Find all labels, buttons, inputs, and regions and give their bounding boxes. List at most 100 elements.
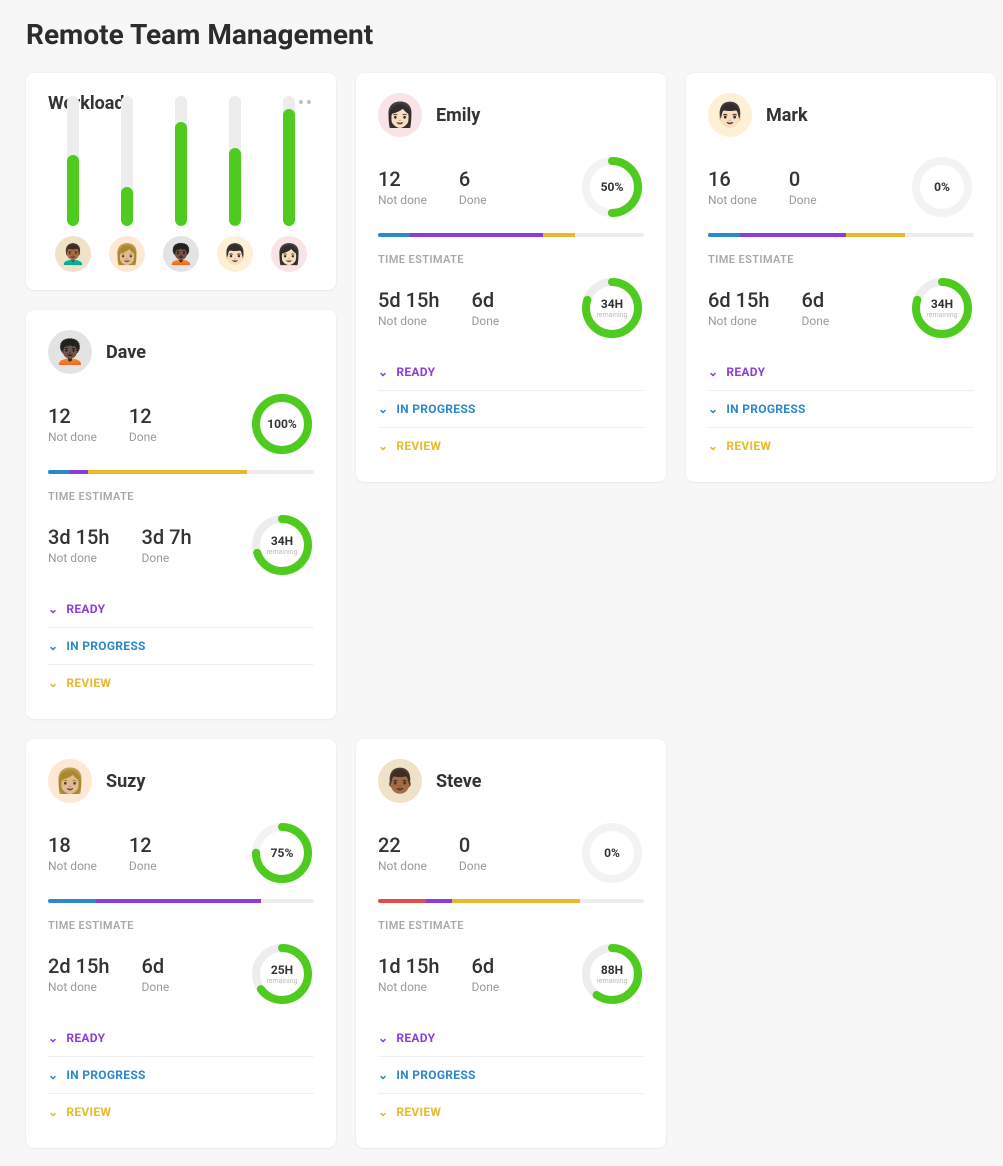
disclosure-review[interactable]: ⌄REVIEW xyxy=(378,427,644,464)
stat-not-done: 22Not done xyxy=(378,833,427,873)
workload-bar[interactable]: 👨🏻 xyxy=(214,96,256,272)
bar-fill xyxy=(67,155,79,227)
workload-bar[interactable]: 🧑🏿‍🦱 xyxy=(160,96,202,272)
stat-done: 12Done xyxy=(129,404,157,444)
stat-done: 6Done xyxy=(459,167,487,207)
segment xyxy=(543,233,575,237)
chevron-down-icon: ⌄ xyxy=(48,1105,58,1119)
donut-chart: 25Hremaining xyxy=(250,942,314,1006)
member-card-emily: 👩🏻 Emily 12Not done 6Done 50% TIME ESTIM… xyxy=(356,73,666,482)
stat-not-done: 12Not done xyxy=(48,404,97,444)
bar-track xyxy=(229,96,241,226)
time-estimate-label: TIME ESTIMATE xyxy=(378,919,644,932)
bar-fill xyxy=(229,148,241,226)
workload-card: Workload ••• 👨🏾‍🦱 👩🏼 🧑🏿‍🦱 👨🏻 👩🏻 xyxy=(26,73,336,290)
segment xyxy=(96,899,261,903)
time-estimate-label: TIME ESTIMATE xyxy=(48,919,314,932)
bar-fill xyxy=(121,187,133,226)
disclosure-review[interactable]: ⌄REVIEW xyxy=(708,427,974,464)
time-estimate-label: TIME ESTIMATE xyxy=(48,490,314,503)
segment xyxy=(48,470,69,474)
avatar[interactable]: 👩🏻 xyxy=(378,93,422,137)
avatar[interactable]: 🧑🏿‍🦱 xyxy=(163,236,199,272)
bar-track xyxy=(283,96,295,226)
chevron-down-icon: ⌄ xyxy=(378,439,388,453)
bar-fill xyxy=(175,122,187,226)
avatar[interactable]: 👨🏻 xyxy=(708,93,752,137)
chevron-down-icon: ⌄ xyxy=(378,402,388,416)
progress-segments xyxy=(378,233,644,237)
workload-bar[interactable]: 👩🏼 xyxy=(106,96,148,272)
chevron-down-icon: ⌄ xyxy=(378,365,388,379)
member-card-dave: 🧑🏿‍🦱 Dave 12Not done 12Done 100% TIME ES… xyxy=(26,310,336,719)
donut-chart: 0% xyxy=(910,155,974,219)
segment xyxy=(575,233,644,237)
avatar[interactable]: 👨🏾 xyxy=(378,759,422,803)
stat-done: 12Done xyxy=(129,833,157,873)
progress-segments xyxy=(378,899,644,903)
donut-chart: 100% xyxy=(250,392,314,456)
avatar[interactable]: 👨🏾‍🦱 xyxy=(55,236,91,272)
bar-track xyxy=(175,96,187,226)
progress-segments xyxy=(48,470,314,474)
disclosure-ready[interactable]: ⌄READY xyxy=(48,1020,314,1056)
disclosure-review[interactable]: ⌄REVIEW xyxy=(48,664,314,701)
time-not-done: 5d 15hNot done xyxy=(378,288,439,328)
segment xyxy=(905,233,974,237)
disclosure-review[interactable]: ⌄REVIEW xyxy=(48,1093,314,1130)
workload-bar[interactable]: 👩🏻 xyxy=(268,96,310,272)
bar-track xyxy=(121,96,133,226)
donut-chart: 75% xyxy=(250,821,314,885)
avatar[interactable]: 👨🏻 xyxy=(217,236,253,272)
disclosure-in-progress[interactable]: ⌄IN PROGRESS xyxy=(48,627,314,664)
avatar[interactable]: 🧑🏿‍🦱 xyxy=(48,330,92,374)
avatar[interactable]: 👩🏼 xyxy=(48,759,92,803)
segment xyxy=(708,233,740,237)
disclosure-in-progress[interactable]: ⌄IN PROGRESS xyxy=(708,390,974,427)
segment xyxy=(378,233,410,237)
donut-chart: 34Hremaining xyxy=(580,276,644,340)
disclosure-ready[interactable]: ⌄READY xyxy=(378,354,644,390)
progress-segments xyxy=(708,233,974,237)
workload-bar[interactable]: 👨🏾‍🦱 xyxy=(52,96,94,272)
avatar[interactable]: 👩🏼 xyxy=(109,236,145,272)
disclosure-ready[interactable]: ⌄READY xyxy=(378,1020,644,1056)
time-estimate-label: TIME ESTIMATE xyxy=(378,253,644,266)
disclosure-review[interactable]: ⌄REVIEW xyxy=(378,1093,644,1130)
avatar[interactable]: 👩🏻 xyxy=(271,236,307,272)
member-card-suzy: 👩🏼 Suzy 18Not done 12Done 75% TIME ESTIM… xyxy=(26,739,336,1148)
segment xyxy=(452,899,580,903)
segment xyxy=(426,899,453,903)
segment xyxy=(88,470,248,474)
chevron-down-icon: ⌄ xyxy=(378,1031,388,1045)
member-card-steve: 👨🏾 Steve 22Not done 0Done 0% TIME ESTIMA… xyxy=(356,739,666,1148)
time-not-done: 3d 15hNot done xyxy=(48,525,109,565)
disclosure-in-progress[interactable]: ⌄IN PROGRESS xyxy=(378,1056,644,1093)
donut-chart: 0% xyxy=(580,821,644,885)
donut-chart: 34Hremaining xyxy=(910,276,974,340)
chevron-down-icon: ⌄ xyxy=(48,639,58,653)
stat-not-done: 18Not done xyxy=(48,833,97,873)
time-not-done: 6d 15hNot done xyxy=(708,288,769,328)
disclosure-ready[interactable]: ⌄READY xyxy=(708,354,974,390)
time-done: 6dDone xyxy=(471,288,499,328)
member-name: Suzy xyxy=(106,771,145,792)
disclosure-ready[interactable]: ⌄READY xyxy=(48,591,314,627)
segment xyxy=(740,233,846,237)
time-estimate-label: TIME ESTIMATE xyxy=(708,253,974,266)
time-not-done: 1d 15hNot done xyxy=(378,954,439,994)
member-card-mark: 👨🏻 Mark 16Not done 0Done 0% TIME ESTIMAT… xyxy=(686,73,996,482)
member-name: Dave xyxy=(106,342,146,363)
segment xyxy=(378,899,426,903)
disclosure-in-progress[interactable]: ⌄IN PROGRESS xyxy=(378,390,644,427)
chevron-down-icon: ⌄ xyxy=(708,439,718,453)
member-name: Emily xyxy=(436,105,480,126)
chevron-down-icon: ⌄ xyxy=(708,365,718,379)
time-done: 6dDone xyxy=(141,954,169,994)
workload-chart: 👨🏾‍🦱 👩🏼 🧑🏿‍🦱 👨🏻 👩🏻 xyxy=(48,132,314,272)
stat-not-done: 16Not done xyxy=(708,167,757,207)
chevron-down-icon: ⌄ xyxy=(48,602,58,616)
disclosure-in-progress[interactable]: ⌄IN PROGRESS xyxy=(48,1056,314,1093)
segment xyxy=(580,899,644,903)
segment xyxy=(846,233,905,237)
